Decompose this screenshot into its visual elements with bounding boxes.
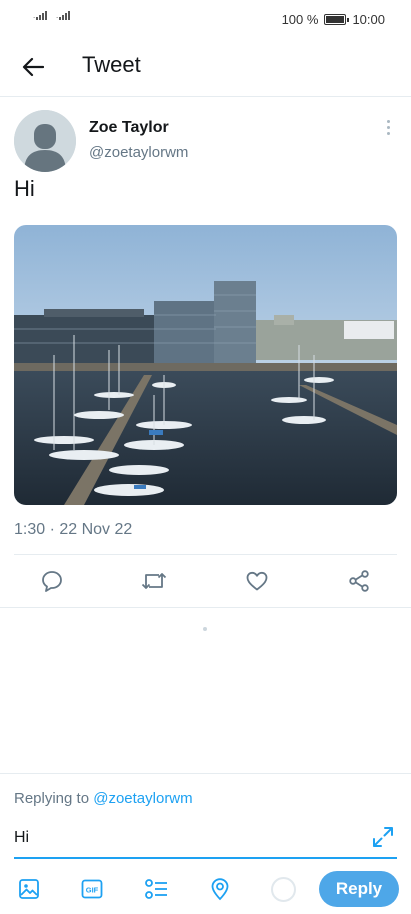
reply-action-button[interactable]: [38, 567, 66, 595]
tweet-text: Hi: [14, 176, 35, 201]
header-divider: [0, 96, 411, 97]
reply-input-underline: [14, 857, 397, 859]
author-handle[interactable]: @zoetaylorwm: [89, 144, 188, 161]
poll-icon: [145, 879, 167, 899]
tweet-actions: [0, 555, 411, 607]
retweet-icon: [141, 573, 167, 589]
status-right: 100 % 10:00: [282, 12, 385, 27]
battery-percent: 100 %: [281, 12, 319, 27]
character-counter-ring: [271, 877, 296, 902]
reply-button[interactable]: Reply: [319, 871, 399, 907]
page-title: Tweet: [82, 52, 141, 77]
image-button[interactable]: [16, 876, 42, 902]
loading-indicator: [203, 627, 207, 631]
share-action-button[interactable]: [345, 567, 373, 595]
expand-composer-button[interactable]: [370, 824, 396, 850]
more-options-button[interactable]: [378, 118, 398, 138]
battery-icon: [324, 14, 350, 25]
back-button[interactable]: [18, 52, 48, 82]
gif-icon: GIF: [81, 879, 103, 899]
default-avatar-icon: [14, 110, 76, 172]
actions-divider: [0, 607, 411, 608]
header: Tweet: [0, 40, 411, 96]
tweet-media-image[interactable]: [14, 225, 397, 505]
composer-divider: [0, 773, 411, 774]
poll-button[interactable]: [143, 876, 169, 902]
avatar[interactable]: [14, 110, 76, 172]
heart-icon: [246, 571, 268, 591]
status-bar: . . 100 % 10:00: [0, 0, 411, 40]
tweet-timestamp: 1:30 · 22 Nov 22: [14, 521, 133, 538]
comment-icon: [42, 571, 62, 592]
gif-button[interactable]: GIF: [79, 876, 105, 902]
retweet-action-button[interactable]: [140, 567, 168, 595]
replying-to-label: Replying to @zoetaylorwm: [14, 790, 193, 807]
marina-photo: [14, 225, 397, 505]
replying-prefix: Replying to: [14, 790, 94, 807]
expand-icon: [373, 827, 393, 847]
location-pin-icon: [211, 878, 229, 901]
signal-strength-icon: .: [33, 11, 48, 20]
author-name[interactable]: Zoe Taylor: [89, 119, 169, 137]
location-button[interactable]: [207, 876, 233, 902]
share-icon: [349, 570, 369, 592]
gif-label: GIF: [86, 886, 99, 895]
signal-strength-icon-2: .: [56, 11, 71, 20]
like-action-button[interactable]: [243, 567, 271, 595]
arrow-left-icon: [22, 57, 44, 77]
clock: 10:00: [352, 12, 385, 27]
replying-to-handle[interactable]: @zoetaylorwm: [93, 790, 192, 807]
image-icon: [19, 879, 39, 899]
reply-input[interactable]: [14, 826, 359, 850]
